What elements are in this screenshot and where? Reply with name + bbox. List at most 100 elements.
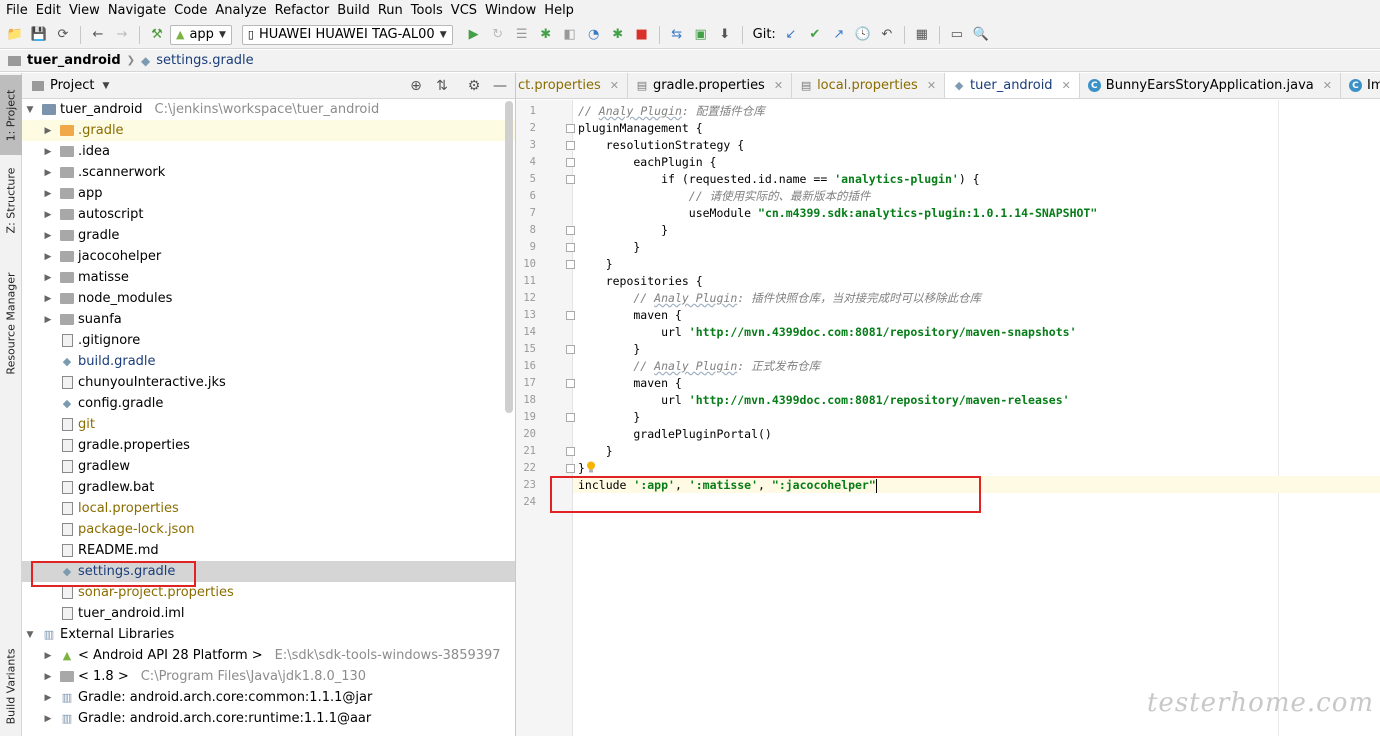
project-scrollbar[interactable] <box>505 101 513 413</box>
chevron-right-icon[interactable]: ▶ <box>42 231 54 241</box>
menu-tools[interactable]: Tools <box>407 1 447 21</box>
chevron-right-icon[interactable]: ▶ <box>42 168 54 178</box>
chevron-down-icon[interactable]: ▼ <box>102 81 109 91</box>
menu-view[interactable]: View <box>65 1 104 21</box>
editor-tab[interactable]: C ImageCompress <box>1341 73 1380 98</box>
menu-window[interactable]: Window <box>481 1 540 21</box>
rerun-icon[interactable]: ↻ <box>487 24 509 46</box>
sdk-manager-icon[interactable]: ⬇ <box>714 24 736 46</box>
debug-icon[interactable]: ✱ <box>535 24 557 46</box>
locate-icon[interactable]: ⊕ <box>406 76 426 96</box>
chevron-right-icon[interactable]: ▶ <box>42 693 54 703</box>
avd-manager-icon[interactable]: ▣ <box>690 24 712 46</box>
tree-item[interactable]: gradle.properties <box>22 435 515 456</box>
tree-item[interactable]: gradlew.bat <box>22 477 515 498</box>
tree-item[interactable]: local.properties <box>22 498 515 519</box>
device-select[interactable]: ▯ HUAWEI HUAWEI TAG-AL00 ▼ <box>241 24 453 45</box>
tree-item[interactable]: ◆ config.gradle <box>22 393 515 414</box>
chevron-right-icon[interactable]: ▶ <box>42 294 54 304</box>
minimize-icon[interactable]: — <box>490 76 510 96</box>
close-icon[interactable]: ✕ <box>927 79 936 92</box>
tree-item[interactable]: ▶ app <box>22 183 515 204</box>
tree-item[interactable]: git <box>22 414 515 435</box>
tab-resource-manager[interactable]: Resource Manager <box>0 263 22 383</box>
library-item[interactable]: ▶ ▥ Gradle: android.arch.core:runtime:1.1.… <box>22 708 515 729</box>
close-icon[interactable]: ✕ <box>610 79 619 92</box>
breadcrumb-project[interactable]: tuer_android <box>27 53 121 68</box>
code-area[interactable]: // Analy Plugin: 配置插件仓库 pluginManagement… <box>573 100 1380 736</box>
external-libraries[interactable]: ▼ ▥ External Libraries <box>22 624 515 645</box>
menu-analyze[interactable]: Analyze <box>211 1 270 21</box>
terminal-icon[interactable]: ▭ <box>946 24 968 46</box>
menu-navigate[interactable]: Navigate <box>104 1 170 21</box>
library-item[interactable]: ▶ < 1.8 > C:\Program Files\Java\jdk1.8.0_1… <box>22 666 515 687</box>
library-item[interactable]: ▶ ▥ Gradle: android.arch.core:common:1.1.1… <box>22 687 515 708</box>
search-icon[interactable]: 🔍 <box>970 24 992 46</box>
editor-tab[interactable]: C BunnyEarsStoryApplication.java ✕ <box>1080 73 1341 98</box>
chevron-right-icon[interactable]: ▶ <box>42 651 54 661</box>
back-icon[interactable]: ← <box>87 24 109 46</box>
profile-icon[interactable]: ◔ <box>583 24 605 46</box>
editor-tab[interactable]: ▤ local.properties ✕ <box>792 73 946 98</box>
chevron-right-icon[interactable]: ▶ <box>42 210 54 220</box>
tree-item[interactable]: ▶ jacocohelper <box>22 246 515 267</box>
sync-icon[interactable]: ⟳ <box>52 24 74 46</box>
tree-item[interactable]: ▶ .scannerwork <box>22 162 515 183</box>
menu-edit[interactable]: Edit <box>32 1 65 21</box>
git-commit-icon[interactable]: ✔ <box>804 24 826 46</box>
collapse-all-icon[interactable]: ⇅ <box>432 76 452 96</box>
save-icon[interactable]: 💾 <box>28 24 50 46</box>
chevron-right-icon[interactable]: ▶ <box>42 189 54 199</box>
tree-item[interactable]: README.md <box>22 540 515 561</box>
menu-vcs[interactable]: VCS <box>447 1 481 21</box>
chevron-right-icon[interactable]: ▶ <box>42 126 54 136</box>
tree-item[interactable]: ▶ node_modules <box>22 288 515 309</box>
attach-debugger-icon[interactable]: ◧ <box>559 24 581 46</box>
forward-icon[interactable]: → <box>111 24 133 46</box>
menu-code[interactable]: Code <box>170 1 211 21</box>
tree-item[interactable]: ▶ .gradle <box>22 120 515 141</box>
tree-item[interactable]: ▶ matisse <box>22 267 515 288</box>
chevron-right-icon[interactable]: ▶ <box>42 273 54 283</box>
close-icon[interactable]: ✕ <box>774 79 783 92</box>
chevron-down-icon[interactable]: ▼ <box>24 630 36 640</box>
menu-help[interactable]: Help <box>540 1 578 21</box>
project-panel-title[interactable]: Project <box>50 78 94 93</box>
chevron-right-icon[interactable]: ▶ <box>42 147 54 157</box>
sync-gradle-icon[interactable]: ⇆ <box>666 24 688 46</box>
tree-item[interactable]: .gitignore <box>22 330 515 351</box>
open-folder-icon[interactable]: 📁 <box>4 24 26 46</box>
chevron-right-icon[interactable]: ▶ <box>42 714 54 724</box>
chevron-right-icon[interactable]: ▶ <box>42 315 54 325</box>
coverage-icon[interactable]: ☰ <box>511 24 533 46</box>
library-item[interactable]: ▶ ▲ < Android API 28 Platform > E:\sdk\sdk-… <box>22 645 515 666</box>
make-hammer-icon[interactable]: ⚒ <box>146 24 168 46</box>
editor-tab[interactable]: ▤ gradle.properties ✕ <box>628 73 793 98</box>
editor-tab[interactable]: ◆ tuer_android ✕ <box>945 73 1080 98</box>
run-config-select[interactable]: ▲ app ▼ <box>170 24 232 45</box>
tab-build-variants[interactable]: Build Variants <box>0 641 22 731</box>
menu-file[interactable]: File <box>2 1 32 21</box>
apply-changes-icon[interactable]: ✱ <box>607 24 629 46</box>
git-push-icon[interactable]: ↗ <box>828 24 850 46</box>
menu-build[interactable]: Build <box>333 1 374 21</box>
tree-item[interactable]: ▶ .idea <box>22 141 515 162</box>
breadcrumb-file[interactable]: settings.gradle <box>156 53 253 68</box>
chevron-right-icon[interactable]: ▶ <box>42 252 54 262</box>
lightbulb-icon[interactable] <box>586 461 596 473</box>
project-structure-icon[interactable]: ▦ <box>911 24 933 46</box>
git-rollback-icon[interactable]: ↶ <box>876 24 898 46</box>
tree-item[interactable]: gradlew <box>22 456 515 477</box>
stop-icon[interactable]: ■ <box>631 24 653 46</box>
tree-item[interactable]: package-lock.json <box>22 519 515 540</box>
chevron-right-icon[interactable]: ▶ <box>42 672 54 682</box>
close-icon[interactable]: ✕ <box>1062 79 1071 92</box>
tree-item[interactable]: ◆ build.gradle <box>22 351 515 372</box>
editor-tab[interactable]: ct.properties ✕ <box>516 73 628 98</box>
tab-project[interactable]: 1: Project <box>0 75 22 155</box>
tree-item[interactable]: tuer_android.iml <box>22 603 515 624</box>
chevron-down-icon[interactable]: ▼ <box>24 105 36 115</box>
tree-item[interactable]: ▶ gradle <box>22 225 515 246</box>
tab-structure[interactable]: Z: Structure <box>0 165 22 235</box>
menu-run[interactable]: Run <box>374 1 407 21</box>
